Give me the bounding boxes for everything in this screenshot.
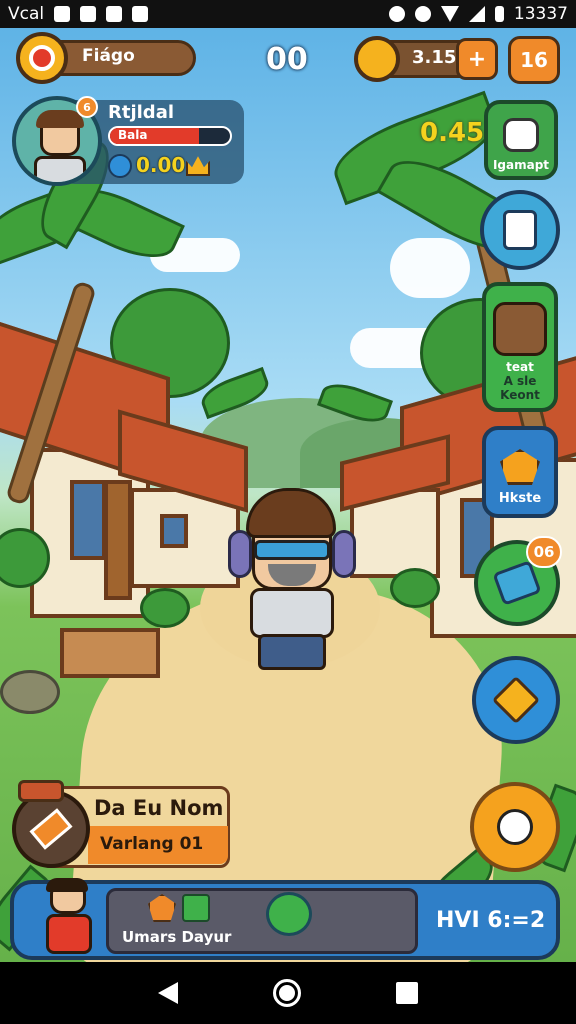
shield-icon <box>132 6 149 22</box>
resource-value: 0.00 <box>136 153 186 177</box>
headphone-right <box>332 530 356 578</box>
plus-symbol: + <box>467 46 487 72</box>
center-counter: 00 <box>266 42 308 77</box>
player-name: Rtjldal <box>108 102 175 123</box>
checkbox-icon[interactable] <box>182 894 210 922</box>
back-icon[interactable] <box>157 982 178 1004</box>
character-card-top: teat <box>506 360 534 374</box>
quest-subtitle: Varlang 01 <box>100 834 204 854</box>
panda-button[interactable] <box>470 782 560 872</box>
wrench-icon <box>106 6 123 22</box>
character-body <box>250 588 334 638</box>
fox-card-label: Hkste <box>498 491 542 506</box>
house-door <box>104 480 132 600</box>
level-badge: 6 <box>76 96 98 118</box>
bush <box>140 588 190 628</box>
signal-icon <box>468 6 485 22</box>
hero-portrait[interactable] <box>26 878 104 960</box>
sunglasses <box>254 540 330 560</box>
gold-amount: 3.15 <box>412 47 457 68</box>
character-hair <box>246 488 336 538</box>
android-nav-bar <box>0 962 576 1024</box>
bush <box>390 568 440 608</box>
carrier-text: Vcal <box>8 4 45 24</box>
warning-icon <box>80 6 97 22</box>
ribbon-icon <box>492 560 542 606</box>
headphone-left <box>228 530 252 578</box>
side-score: 0.45 <box>420 118 485 148</box>
goat-icon <box>503 118 539 152</box>
tools-button[interactable] <box>480 190 560 270</box>
rock <box>0 670 60 714</box>
chest-icon <box>18 780 64 802</box>
gems-amount: 16 <box>520 48 548 72</box>
goat-card[interactable]: Igamapt <box>484 100 558 180</box>
panda-icon <box>497 809 533 845</box>
level-number: 6 <box>83 100 91 114</box>
goat-card-label: Igamapt <box>492 158 550 172</box>
bottom-label: Umars Dayur <box>122 928 232 946</box>
status-bar: Vcal 13337 <box>0 0 576 28</box>
alarm-icon <box>388 6 405 22</box>
plus-icon[interactable]: + <box>456 38 498 80</box>
house-window <box>70 480 106 560</box>
sync-icon <box>414 6 431 22</box>
fox-icon <box>500 449 540 485</box>
coin-icon <box>354 36 400 82</box>
cloud <box>390 238 470 298</box>
character-card-bottom: A sle Keont <box>500 374 540 402</box>
battery-icon <box>494 6 504 22</box>
fox-card[interactable]: Hkste <box>482 426 558 518</box>
sword-icon <box>491 675 541 725</box>
sword-button[interactable] <box>472 656 560 744</box>
quest-title: Da Eu Nom <box>94 796 224 820</box>
recents-icon[interactable] <box>396 982 419 1004</box>
wifi-icon <box>440 6 459 22</box>
player-character[interactable] <box>228 488 356 678</box>
gem-cluster-icon[interactable] <box>266 892 312 936</box>
gems-button[interactable]: 16 <box>508 36 560 84</box>
house-window <box>160 514 188 548</box>
clock-text: 13337 <box>513 4 568 24</box>
home-icon[interactable] <box>272 979 301 1007</box>
target-icon[interactable] <box>16 32 68 84</box>
flag-label: Fiágo <box>82 46 135 66</box>
health-bar-label: Bala <box>118 128 148 142</box>
notification-badge: 06 <box>526 536 562 568</box>
notification-icon <box>54 6 71 22</box>
steps <box>60 628 160 678</box>
character-card[interactable]: teat A sle Keont <box>482 282 558 412</box>
bottom-right-text: HVI 6:=2 <box>436 908 546 933</box>
badge-count: 06 <box>533 543 555 561</box>
tools-icon <box>503 210 537 250</box>
energy-icon <box>108 154 132 178</box>
character-legs <box>258 634 326 670</box>
character-portrait <box>493 302 547 356</box>
